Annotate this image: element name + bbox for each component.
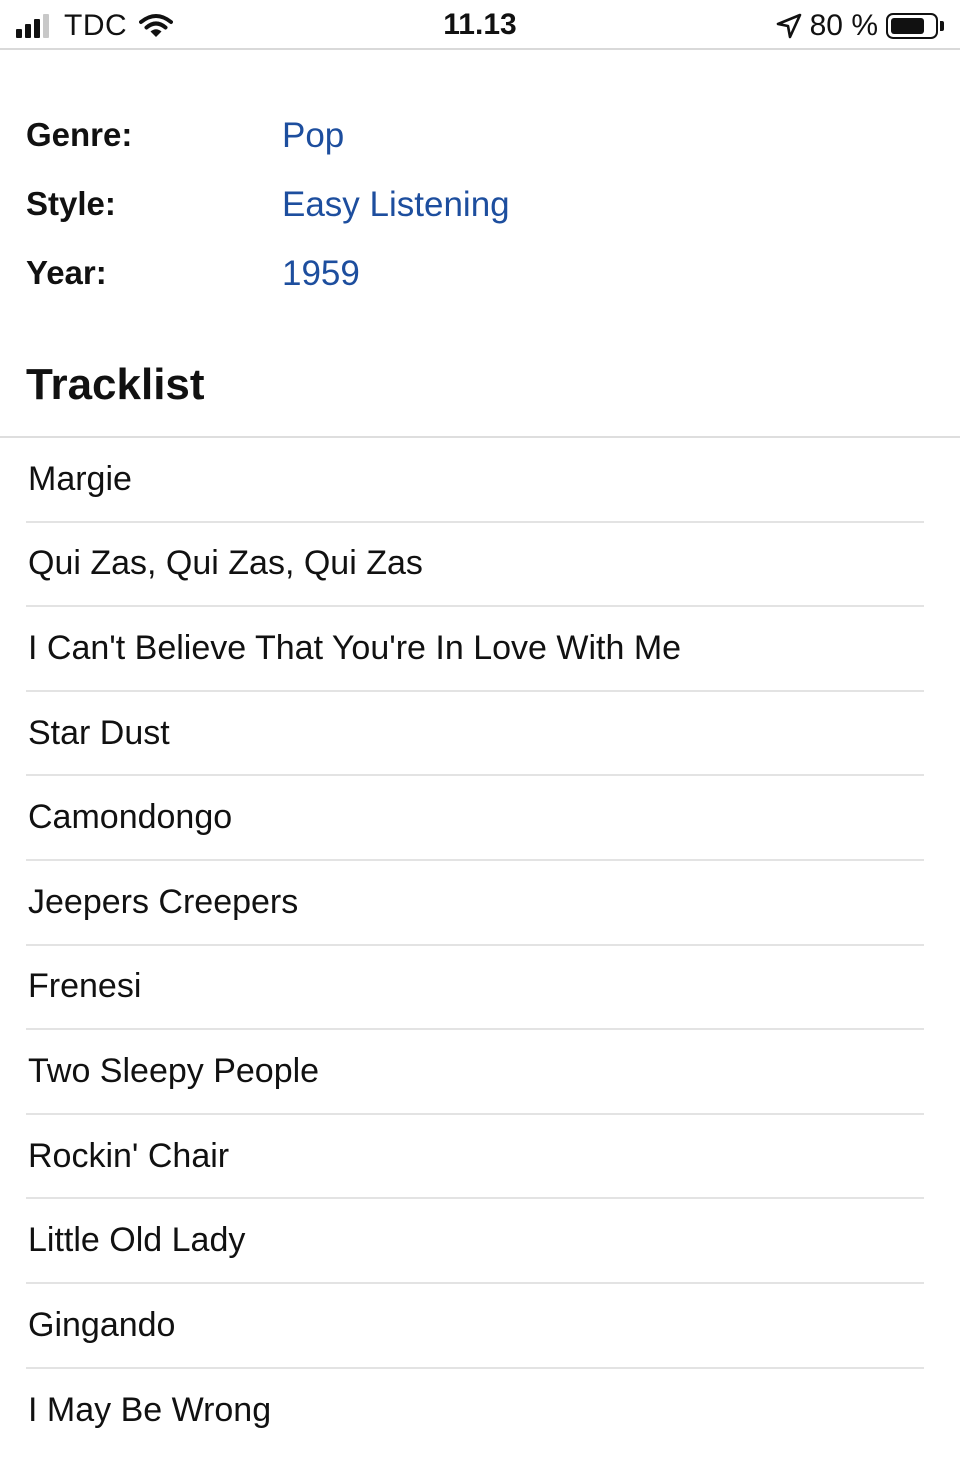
battery-level-fill [891, 18, 924, 34]
track-item: I Can't Believe That You're In Love With… [26, 607, 924, 692]
style-link[interactable]: Easy Listening [282, 185, 510, 225]
genre-link[interactable]: Pop [282, 116, 344, 156]
tracklist-heading: Tracklist [26, 360, 205, 409]
battery-icon [886, 13, 938, 39]
track-list: Margie Qui Zas, Qui Zas, Qui Zas I Can't… [26, 438, 924, 1453]
year-label: Year: [26, 254, 107, 291]
track-item: Gingando [26, 1284, 924, 1369]
track-item: Two Sleepy People [26, 1030, 924, 1115]
track-item: Star Dust [26, 692, 924, 777]
track-item: Jeepers Creepers [26, 861, 924, 946]
year-link[interactable]: 1959 [282, 254, 360, 294]
track-item: Qui Zas, Qui Zas, Qui Zas [26, 523, 924, 608]
track-item: Margie [26, 438, 924, 523]
battery-cap [940, 21, 944, 31]
status-right: 80 % [776, 8, 944, 44]
status-bar: TDC 11.13 80 % [0, 0, 960, 50]
location-arrow-icon [776, 13, 802, 39]
battery-percentage: 80 % [809, 9, 878, 42]
style-label: Style: [26, 185, 116, 222]
track-item: I May Be Wrong [28, 1391, 272, 1430]
track-item: Camondongo [26, 776, 924, 861]
track-item: Little Old Lady [26, 1199, 924, 1284]
genre-label: Genre: [26, 116, 133, 153]
track-item: Rockin' Chair [26, 1115, 924, 1200]
track-item: Frenesi [26, 946, 924, 1031]
